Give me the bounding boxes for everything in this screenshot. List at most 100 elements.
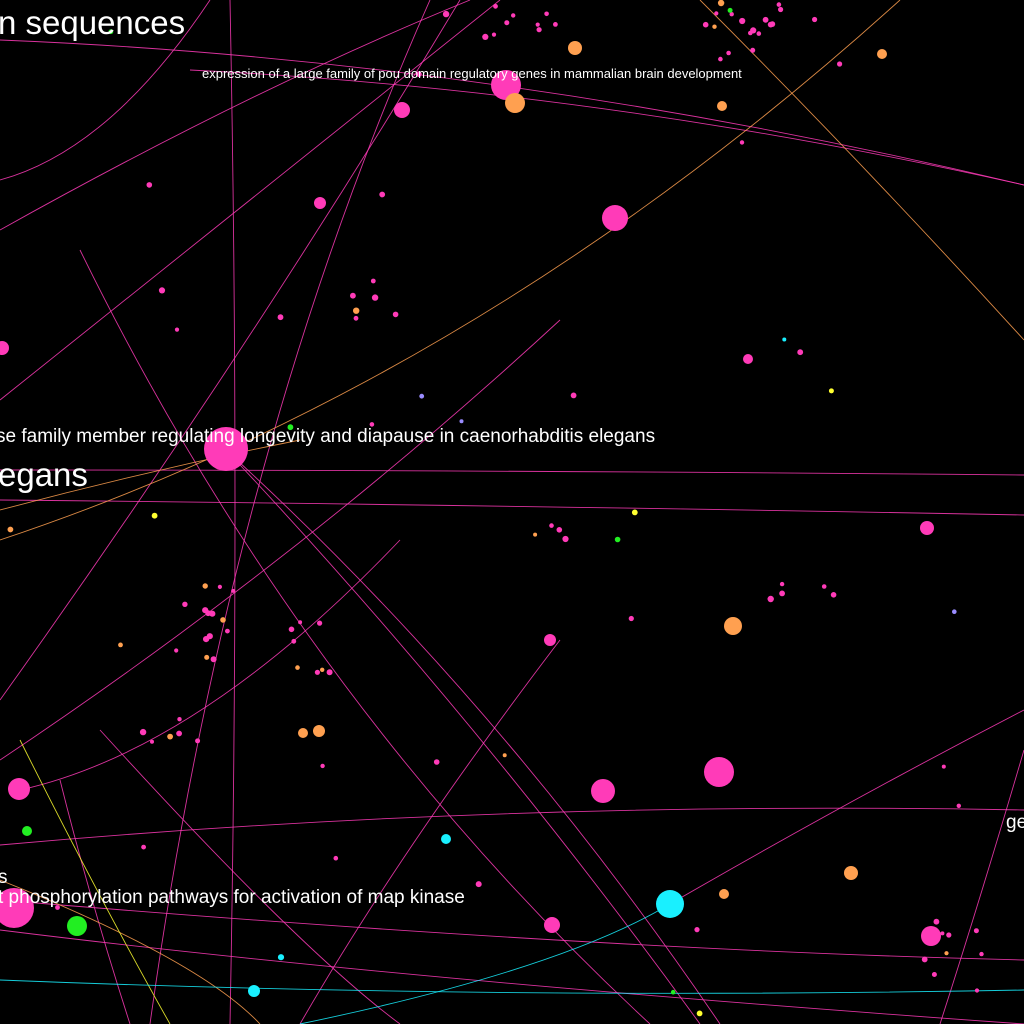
graph-node-small[interactable] [291, 638, 297, 644]
graph-node-small[interactable] [769, 21, 776, 27]
graph-node-small[interactable] [544, 11, 549, 17]
graph-node[interactable] [719, 889, 729, 899]
graph-node[interactable] [544, 917, 560, 933]
graph-node-small[interactable] [837, 61, 843, 67]
graph-node-small[interactable] [353, 315, 359, 321]
graph-node-small[interactable] [821, 584, 827, 589]
graph-node-small[interactable] [150, 739, 154, 744]
graph-node-small[interactable] [176, 730, 183, 737]
graph-node-small[interactable] [536, 27, 542, 33]
graph-node-small[interactable] [712, 24, 717, 29]
graph-node-small[interactable] [694, 927, 700, 933]
graph-node-small[interactable] [320, 667, 325, 672]
graph-node-small[interactable] [206, 633, 213, 640]
graph-node-small[interactable] [320, 763, 325, 769]
graph-node-small[interactable] [419, 393, 425, 399]
graph-node-small[interactable] [288, 626, 295, 633]
node-label-map-kinase[interactable]: t phosphorylation pathways for activatio… [0, 888, 465, 907]
graph-node-small[interactable] [141, 844, 147, 850]
graph-node-small[interactable] [614, 536, 621, 543]
graph-node-small[interactable] [830, 592, 837, 598]
graph-node-small[interactable] [202, 583, 208, 589]
graph-node-small[interactable] [174, 648, 179, 653]
graph-node-small[interactable] [696, 1010, 703, 1017]
graph-node-small[interactable] [317, 620, 323, 626]
graph-node[interactable] [921, 926, 941, 946]
graph-node-small[interactable] [944, 951, 949, 956]
graph-node-small[interactable] [210, 656, 217, 663]
graph-node-small[interactable] [182, 601, 188, 607]
graph-node-small[interactable] [973, 928, 979, 934]
graph-node-small[interactable] [714, 11, 719, 16]
graph-node-small[interactable] [828, 388, 834, 394]
graph-node[interactable] [505, 93, 525, 113]
graph-node-small[interactable] [726, 50, 731, 56]
graph-node[interactable] [877, 49, 887, 59]
graph-node-small[interactable] [442, 10, 450, 18]
graph-node[interactable] [602, 205, 628, 231]
graph-node-small[interactable] [739, 17, 746, 25]
graph-node[interactable] [314, 197, 326, 209]
graph-node-small[interactable] [225, 628, 230, 634]
graph-node-small[interactable] [333, 855, 339, 861]
graph-node-small[interactable] [370, 278, 376, 284]
graph-node-small[interactable] [209, 610, 216, 617]
graph-node-small[interactable] [562, 535, 569, 543]
graph-node-small[interactable] [553, 22, 558, 27]
graph-node-small[interactable] [570, 392, 577, 399]
graph-node-small[interactable] [433, 759, 440, 765]
graph-node-small[interactable] [533, 532, 538, 537]
graph-node[interactable] [724, 617, 742, 635]
graph-node[interactable] [544, 634, 556, 646]
graph-node-small[interactable] [502, 753, 507, 758]
graph-node-small[interactable] [556, 527, 563, 533]
graph-node[interactable] [920, 521, 934, 535]
graph-node-small[interactable] [146, 182, 153, 188]
graph-node-small[interactable] [797, 349, 804, 356]
graph-node-small[interactable] [220, 617, 226, 623]
graph-node[interactable] [248, 985, 260, 997]
graph-node-small[interactable] [776, 2, 782, 7]
graph-node-small[interactable] [767, 595, 774, 603]
graph-node-small[interactable] [482, 33, 489, 41]
graph-node-small[interactable] [493, 3, 498, 9]
graph-node-small[interactable] [491, 32, 497, 37]
graph-node-small[interactable] [946, 932, 952, 938]
graph-node-small[interactable] [778, 6, 784, 13]
graph-node[interactable] [844, 866, 858, 880]
graph-node-small[interactable] [921, 956, 928, 963]
citation-network-graph[interactable] [0, 0, 1024, 1024]
graph-node-small[interactable] [979, 951, 984, 957]
graph-node-small[interactable] [177, 717, 182, 722]
graph-node-small[interactable] [195, 738, 201, 744]
graph-node-small[interactable] [762, 16, 769, 23]
graph-node-small[interactable] [549, 523, 554, 528]
node-label-s[interactable]: s [0, 868, 8, 887]
graph-node-small[interactable] [371, 294, 379, 301]
graph-node-small[interactable] [379, 191, 386, 198]
node-label-elegans[interactable]: egans [0, 458, 88, 491]
graph-node[interactable] [67, 916, 87, 936]
graph-node-small[interactable] [298, 620, 303, 625]
graph-node-small[interactable] [779, 590, 785, 597]
graph-node-small[interactable] [475, 881, 482, 888]
graph-node-small[interactable] [631, 509, 638, 516]
graph-node[interactable] [394, 102, 410, 118]
graph-node-small[interactable] [174, 327, 180, 332]
graph-node-small[interactable] [727, 7, 733, 13]
graph-node-small[interactable] [459, 419, 464, 424]
graph-node-small[interactable] [326, 669, 333, 676]
graph-node[interactable] [298, 728, 308, 738]
graph-node-small[interactable] [511, 13, 516, 18]
graph-node-small[interactable] [628, 615, 634, 622]
graph-node[interactable] [704, 757, 734, 787]
graph-node-small[interactable] [139, 728, 147, 736]
graph-node-small[interactable] [504, 20, 510, 26]
graph-node-small[interactable] [933, 918, 940, 925]
graph-node-small[interactable] [392, 311, 399, 318]
graph-node-small[interactable] [717, 0, 725, 7]
graph-node-small[interactable] [217, 584, 222, 590]
graph-node-small[interactable] [940, 931, 945, 936]
graph-node-small[interactable] [167, 733, 174, 740]
graph-node[interactable] [313, 725, 325, 737]
